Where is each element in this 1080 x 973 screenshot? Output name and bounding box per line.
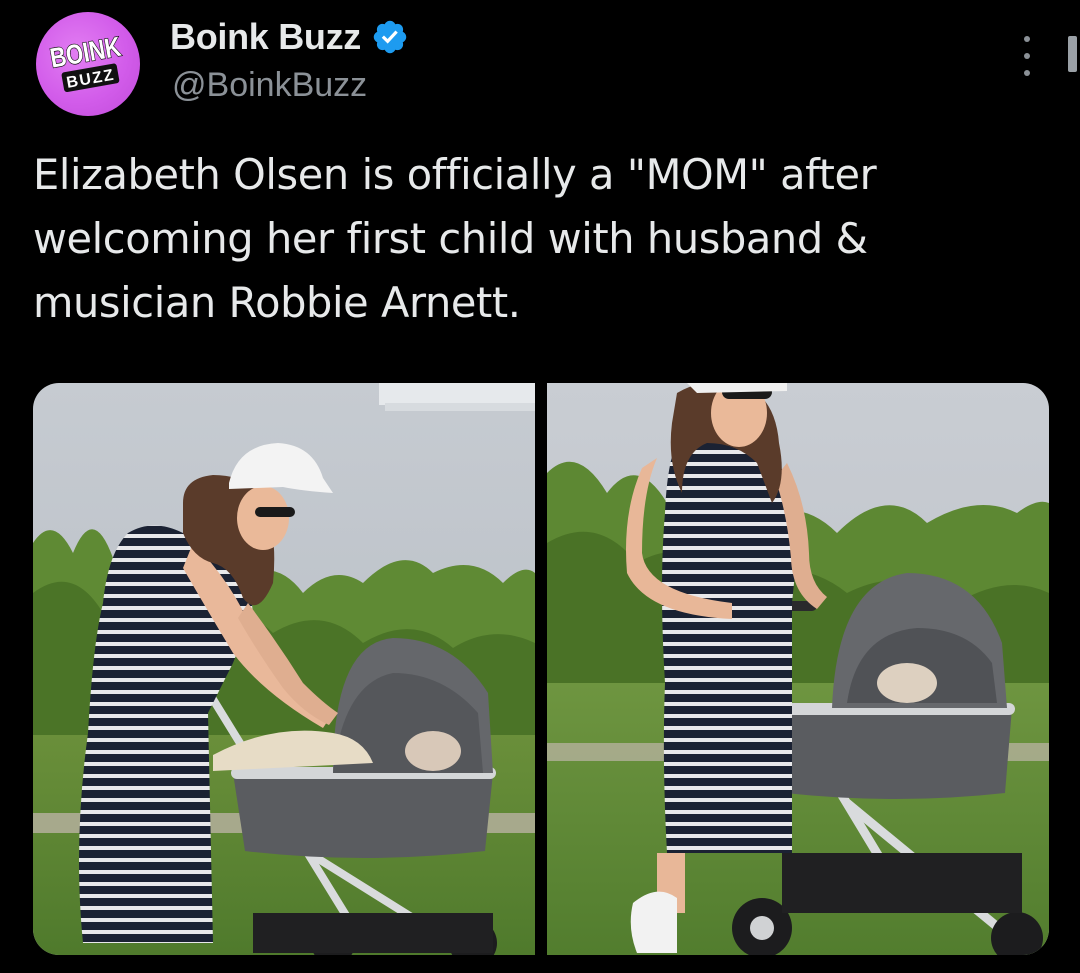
- tweet-photo-right[interactable]: [547, 383, 1049, 955]
- tweet-text-line: Elizabeth Olsen is officially a "MOM" af…: [33, 150, 877, 199]
- more-options-icon[interactable]: [1012, 36, 1042, 76]
- media-grid: [33, 383, 1049, 955]
- tweet-text-line: welcoming her first child with husband &: [33, 214, 868, 263]
- author-name-row[interactable]: Boink Buzz: [170, 14, 409, 60]
- author-display-name[interactable]: Boink Buzz: [170, 16, 361, 58]
- boink-buzz-logo: BOINK BUZZ: [47, 31, 124, 93]
- tweet-text-line: musician Robbie Arnett.: [33, 278, 521, 327]
- avatar[interactable]: BOINK BUZZ: [36, 12, 140, 116]
- tweet-photo-left[interactable]: [33, 383, 535, 955]
- scrollbar-thumb[interactable]: [1068, 36, 1077, 72]
- author-handle[interactable]: @BoinkBuzz: [172, 66, 367, 105]
- verified-badge-icon: [371, 18, 409, 56]
- tweet-text: Elizabeth Olsen is officially a "MOM" af…: [33, 143, 1033, 335]
